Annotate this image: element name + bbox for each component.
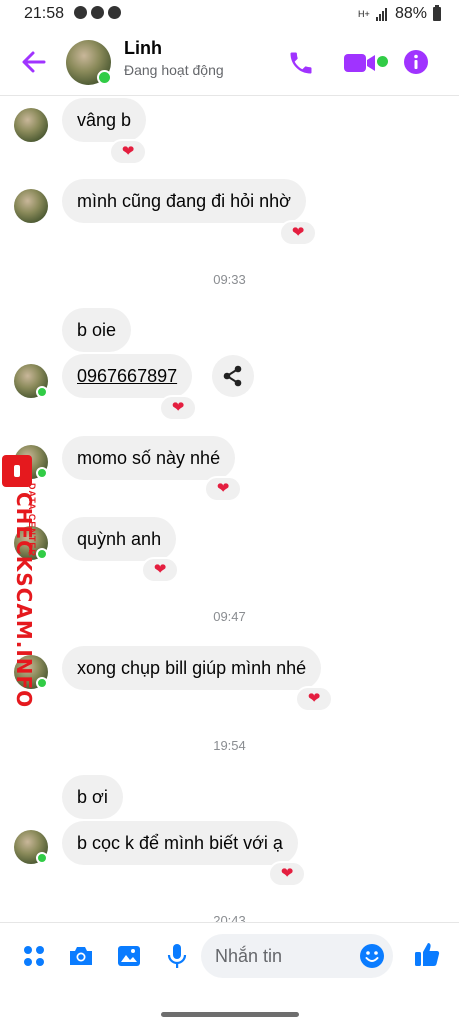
conversation-header: Linh Đang hoạt động — [0, 30, 459, 96]
message-bubble[interactable]: vâng b — [62, 98, 147, 142]
timestamp: 19:54 — [213, 738, 246, 753]
timestamp: 20:43 — [213, 913, 246, 922]
microphone-icon[interactable] — [163, 942, 191, 970]
watermark-brand: CHECKSCAM.INFO — [12, 492, 36, 709]
gallery-icon[interactable] — [115, 942, 143, 970]
video-online-dot — [377, 56, 388, 67]
message-bubble[interactable]: xong chụp bill giúp mình nhé — [62, 646, 322, 690]
message-bubble[interactable]: b oie — [62, 308, 132, 352]
back-arrow-icon[interactable] — [20, 48, 48, 76]
online-indicator — [36, 386, 48, 398]
heart-reaction[interactable]: ❤ — [109, 139, 147, 165]
online-indicator — [36, 852, 48, 864]
status-time: 21:58 — [24, 5, 65, 22]
message-bubble[interactable]: b cọc k để mình biết với ạ — [62, 821, 298, 865]
message-input[interactable]: Nhắn tin — [201, 934, 393, 978]
message-bubble[interactable]: b ơi — [62, 775, 123, 819]
apps-icon[interactable] — [20, 942, 48, 970]
contact-name[interactable]: Linh — [124, 38, 162, 59]
battery-percent: 88% — [394, 5, 427, 22]
heart-reaction[interactable]: ❤ — [204, 476, 242, 502]
home-gesture-bar[interactable] — [161, 1012, 299, 1017]
heart-reaction[interactable]: ❤ — [295, 686, 333, 712]
online-indicator — [36, 467, 48, 479]
messenger-outline-notification-icon — [108, 6, 121, 19]
status-bar: 21:58 H+ 88% — [0, 0, 459, 30]
video-icon[interactable] — [343, 50, 377, 76]
signal-icon — [375, 7, 389, 21]
info-icon[interactable] — [403, 49, 429, 75]
emoji-icon[interactable] — [359, 943, 385, 969]
phone-number-bubble[interactable]: 0967667897 — [62, 354, 193, 398]
sender-avatar[interactable] — [14, 189, 48, 223]
online-indicator — [97, 70, 112, 85]
share-icon — [223, 365, 242, 387]
heart-reaction[interactable]: ❤ — [159, 395, 197, 421]
battery-icon — [433, 5, 441, 21]
network-type: H+ — [357, 8, 370, 19]
phone-icon[interactable] — [287, 49, 315, 77]
timestamp: 09:33 — [213, 272, 246, 287]
system-nav-bar — [0, 988, 459, 1024]
messenger-notification-icon — [74, 6, 87, 19]
camera-icon[interactable] — [67, 942, 95, 970]
message-list[interactable]: vâng b ❤ mình cũng đang đi hỏi nhờ ❤ 09:… — [0, 96, 459, 922]
share-button[interactable] — [212, 355, 254, 397]
status-right: H+ 88% — [358, 5, 441, 23]
sender-avatar[interactable] — [14, 108, 48, 142]
heart-reaction[interactable]: ❤ — [279, 220, 317, 246]
message-bubble[interactable]: quỳnh anh — [62, 517, 177, 561]
online-indicator — [36, 548, 48, 560]
message-input-placeholder: Nhắn tin — [215, 946, 283, 966]
message-bubble[interactable]: momo số này nhé — [62, 436, 236, 480]
message-bubble[interactable]: mình cũng đang đi hỏi nhờ — [62, 179, 306, 223]
like-icon[interactable] — [413, 940, 441, 968]
timestamp: 09:47 — [213, 609, 246, 624]
heart-reaction[interactable]: ❤ — [268, 861, 306, 887]
message-composer: Nhắn tin — [0, 922, 459, 988]
notification-icons — [74, 6, 121, 19]
chat-notification-icon — [91, 6, 104, 19]
online-indicator — [36, 677, 48, 689]
contact-status: Đang hoạt động — [124, 62, 224, 78]
heart-reaction[interactable]: ❤ — [141, 557, 179, 583]
